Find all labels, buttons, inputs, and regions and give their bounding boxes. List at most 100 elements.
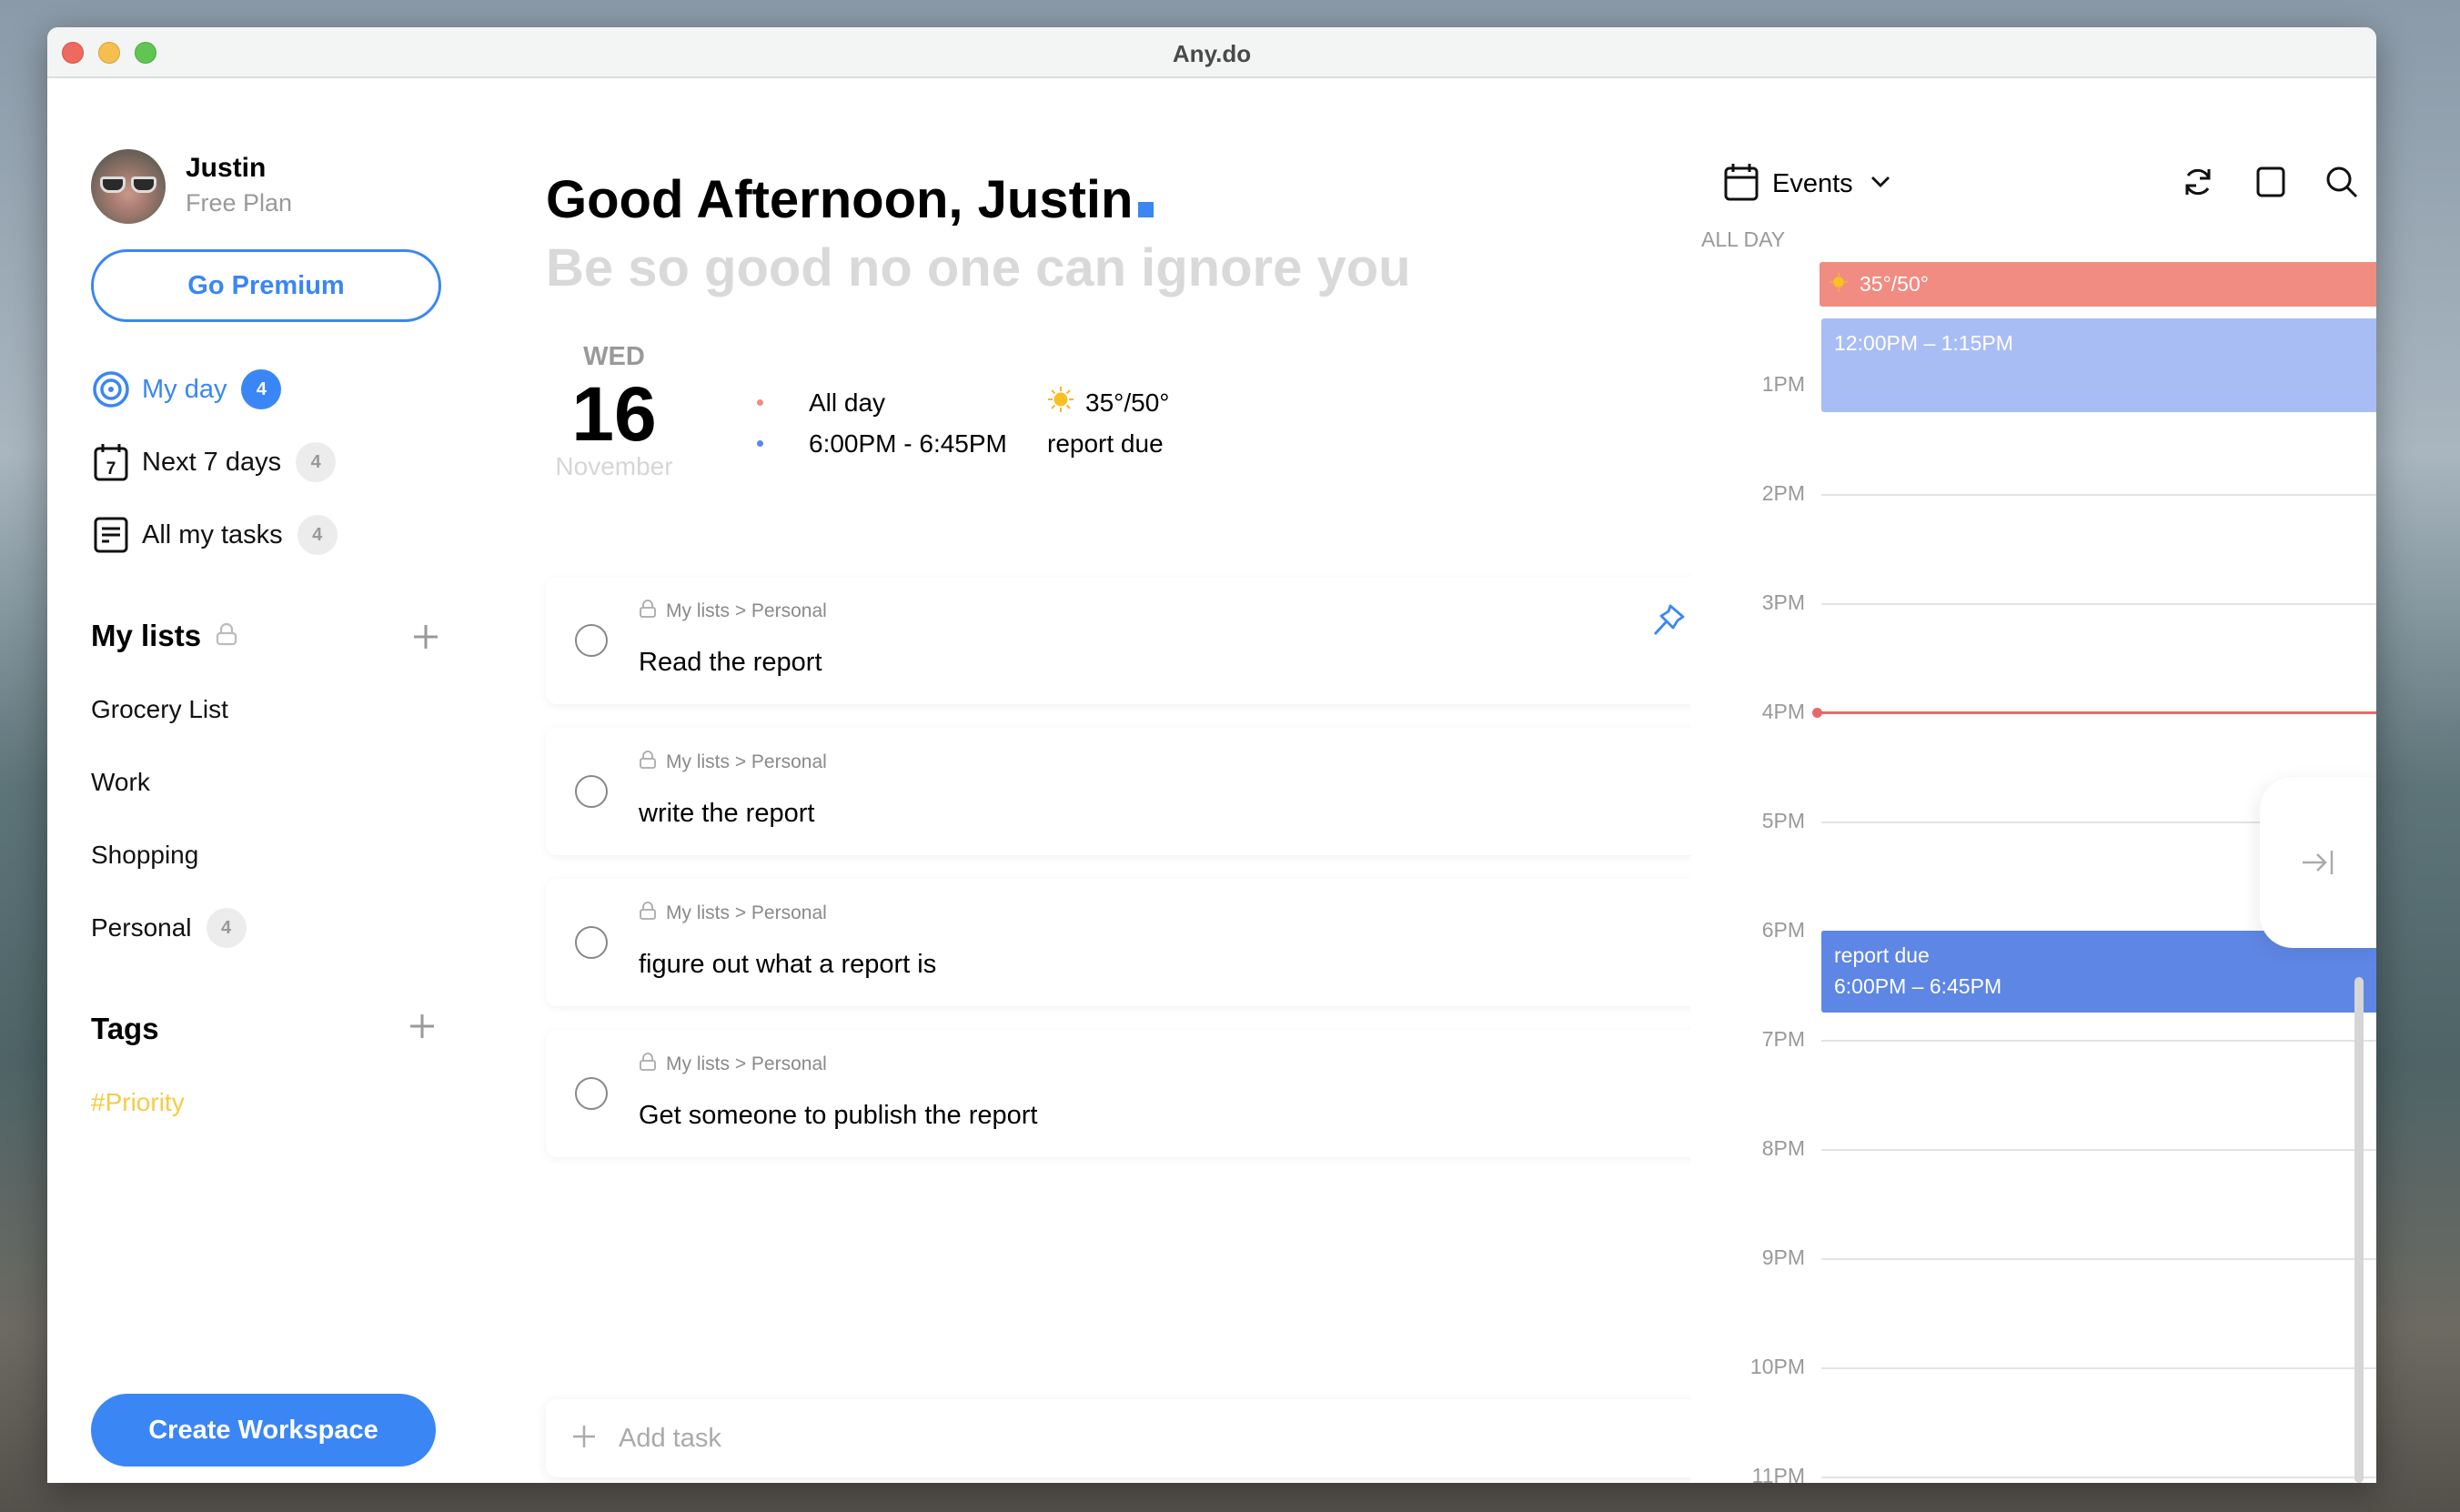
task-checkbox[interactable]: [575, 624, 608, 657]
event-time: 6:00PM - 6:45PM: [809, 428, 1007, 458]
search-icon: [2326, 166, 2358, 198]
title-bar: Any.do: [47, 27, 2376, 78]
events-summary: All day 35°/50° 6:00PM - 6:45PM report d…: [757, 382, 1169, 464]
app-window: Any.do Justin Free Plan Go Premium My da…: [47, 27, 2376, 1483]
user-plan: Free Plan: [186, 189, 293, 217]
my-lists-title: My lists: [91, 619, 202, 652]
task-path: My lists > Personal: [639, 1052, 827, 1077]
user-name: Justin: [186, 153, 267, 183]
list-item-shopping[interactable]: Shopping: [91, 833, 198, 877]
collapse-panel-button[interactable]: [2260, 777, 2376, 948]
count-badge: 4: [206, 908, 247, 948]
hour-label: 9PM: [1761, 1245, 1805, 1269]
lock-icon: [639, 599, 657, 624]
calendar-event-time: 6:00PM – 6:45PM: [1834, 974, 2002, 998]
nav-item-my-day[interactable]: My day 4: [91, 364, 282, 415]
hour-line: [1821, 603, 2376, 605]
date-block: WED 16 November: [546, 342, 682, 481]
event-title: 35°/50°: [1085, 388, 1170, 417]
refresh-icon: [2185, 168, 2211, 196]
hour-line: [1821, 1477, 2376, 1478]
go-premium-button[interactable]: Go Premium: [91, 249, 441, 322]
task-title[interactable]: Read the report: [639, 648, 822, 678]
add-list-button[interactable]: [411, 622, 444, 655]
create-workspace-button[interactable]: Create Workspace: [91, 1394, 436, 1467]
calendar-view-label: Events: [1772, 169, 1853, 198]
task-path: My lists > Personal: [639, 599, 827, 624]
task-checkbox[interactable]: [575, 926, 608, 959]
calendar-7-icon: 7: [91, 442, 131, 482]
hour-line: [1821, 1040, 2376, 1042]
tag-priority[interactable]: #Priority: [91, 1088, 185, 1117]
event-dot: [757, 440, 763, 447]
task-title[interactable]: figure out what a report is: [639, 950, 936, 980]
calendar-event-time: 12:00PM – 1:15PM: [1834, 331, 2013, 355]
hour-label: 5PM: [1761, 809, 1805, 832]
list-item-grocery-list[interactable]: Grocery List: [91, 688, 228, 731]
calendar-panel: Events ALL DAY 35°/50° 1PM 2PM 3PM 4PM 5PM 6P…: [1690, 78, 2376, 1483]
greeting-dot: [1138, 202, 1154, 217]
task-item[interactable]: My lists > Personal figure out what a re…: [546, 879, 1738, 1006]
avatar-image: [100, 176, 156, 193]
greeting-text: Good Afternoon, Justin: [546, 170, 1134, 229]
page-title: Good Afternoon, Justin: [546, 169, 1154, 230]
quote-text: Be so good no one can ignore you: [546, 238, 1411, 297]
calendar-event[interactable]: 12:00PM – 1:15PM: [1821, 318, 2376, 412]
task-path-text: My lists > Personal: [666, 600, 827, 621]
add-task-bar[interactable]: [546, 1399, 1738, 1477]
all-day-event[interactable]: 35°/50°: [1820, 262, 2376, 307]
date-month: November: [555, 452, 673, 480]
nav-label: Next 7 days: [142, 447, 282, 477]
count-badge: 4: [296, 442, 337, 482]
hour-line: [1821, 1258, 2376, 1260]
event-time: All day: [809, 388, 886, 417]
calendar-icon: [1723, 162, 1759, 207]
nav-item-next-7-days[interactable]: 7 Next 7 days 4: [91, 437, 337, 488]
hour-line: [1821, 1367, 2376, 1369]
nav-label: All my tasks: [142, 519, 283, 549]
task-checkbox[interactable]: [575, 775, 608, 808]
sidebar: Justin Free Plan Go Premium My day 4 7 N…: [47, 78, 493, 1483]
sun-icon: [1047, 386, 1074, 419]
task-item[interactable]: My lists > Personal Read the report: [546, 577, 1738, 704]
task-item[interactable]: My lists > Personal Get someone to publi…: [546, 1030, 1738, 1157]
hour-line: [1821, 1149, 2376, 1151]
lock-icon: [639, 1052, 657, 1077]
main-content: Good Afternoon, Justin Be so good no one…: [493, 78, 1738, 1483]
avatar[interactable]: [91, 149, 166, 224]
target-icon: [91, 369, 131, 409]
event-summary-row[interactable]: All day 35°/50°: [757, 382, 1169, 423]
task-path: My lists > Personal: [639, 901, 827, 926]
hour-label: 1PM: [1761, 372, 1805, 396]
nav-item-all-my-tasks[interactable]: All my tasks 4: [91, 509, 338, 560]
task-checkbox[interactable]: [575, 1077, 608, 1110]
task-title[interactable]: Get someone to publish the report: [639, 1101, 1037, 1131]
hour-label: 6PM: [1761, 918, 1805, 942]
date-weekday: WED: [583, 342, 645, 371]
refresh-button[interactable]: [2178, 162, 2218, 202]
list-item-personal[interactable]: Personal 4: [91, 906, 247, 950]
lock-icon: [639, 750, 657, 775]
list-label: Shopping: [91, 841, 199, 869]
search-button[interactable]: [2322, 162, 2362, 202]
task-item[interactable]: My lists > Personal write the report: [546, 728, 1738, 855]
list-label: Grocery List: [91, 695, 228, 723]
hour-label: 8PM: [1761, 1136, 1805, 1160]
task-path: My lists > Personal: [639, 750, 827, 775]
calendar-view-dropdown[interactable]: Events: [1723, 162, 1891, 207]
add-task-input[interactable]: [619, 1423, 1437, 1454]
add-tag-button[interactable]: [408, 1012, 440, 1044]
hour-label: 10PM: [1749, 1355, 1805, 1378]
lock-icon: [639, 901, 657, 926]
chevron-down-icon: [1870, 175, 1891, 194]
event-summary-row[interactable]: 6:00PM - 6:45PM report due: [757, 423, 1169, 464]
task-title[interactable]: write the report: [639, 799, 814, 829]
nav-label: My day: [142, 374, 227, 404]
count-badge: 4: [241, 369, 282, 409]
calendar-scrollbar[interactable]: [2354, 977, 2364, 1483]
list-item-work[interactable]: Work: [91, 761, 150, 804]
task-path-text: My lists > Personal: [666, 751, 827, 772]
pin-icon[interactable]: [1650, 602, 1687, 643]
expand-view-button[interactable]: [2251, 162, 2291, 202]
square-icon: [2256, 166, 2285, 197]
